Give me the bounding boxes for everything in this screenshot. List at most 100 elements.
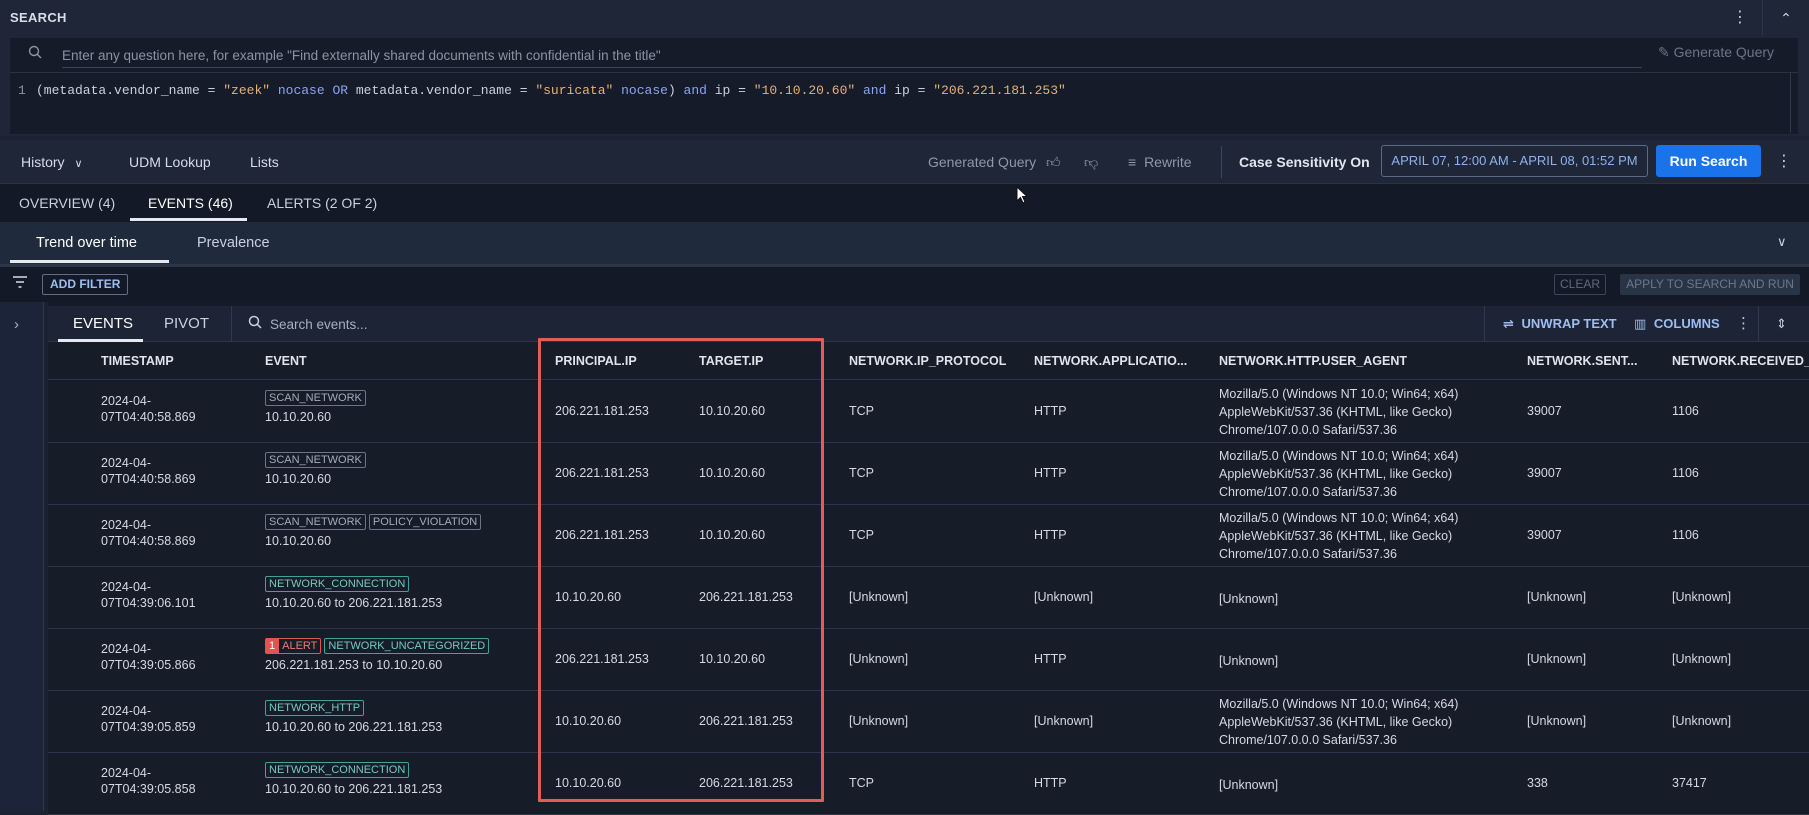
search-toolbar: History ∨ UDM Lookup Lists Generated Que… [0, 140, 1809, 184]
thumb-down-icon[interactable]: 👎︎ [1084, 140, 1098, 184]
columns-label: COLUMNS [1653, 316, 1720, 331]
columns-icon: ▥ [1634, 316, 1647, 331]
table-row[interactable]: 2024-04- 07T04:39:05.866 1 ALERT NETWORK_UNC… [48, 629, 1809, 691]
chevron-right-icon[interactable]: › [14, 316, 19, 333]
chevron-down-icon[interactable]: ∨ [1777, 234, 1787, 250]
tab-overview[interactable]: OVERVIEW (4) [19, 184, 115, 222]
ip-protocol-cell: TCP [849, 776, 874, 790]
application-cell: HTTP [1034, 528, 1067, 542]
principal-ip-cell: 206.221.181.253 [555, 404, 649, 418]
timestamp-date: 2024-04- [101, 704, 152, 718]
query-token: (metadata.vendor_name = [36, 83, 224, 98]
event-tags: NETWORK_CONNECTION [265, 576, 412, 592]
user-agent-cell: Mozilla/5.0 (Windows NT 10.0; Win64; x64… [1219, 511, 1459, 561]
clear-filters-button[interactable]: CLEAR [1554, 274, 1606, 295]
events-search-input[interactable] [270, 313, 870, 335]
column-header-ip-protocol[interactable]: NETWORK.IP_PROTOCOL [849, 342, 1006, 380]
timestamp-cell: 2024-04- 07T04:40:58.869 [101, 393, 221, 425]
tab-trend-over-time[interactable]: Trend over time [36, 222, 137, 264]
rewrite-button[interactable]: ≡ Rewrite [1128, 140, 1192, 184]
case-sensitivity-toggle[interactable]: Case Sensitivity On [1239, 140, 1370, 184]
query-text-editor[interactable]: 1 (metadata.vendor_name = "zeek" nocase … [10, 72, 1798, 133]
event-cell: SCAN_NETWORK 10.10.20.60 [265, 452, 369, 488]
more-vert-icon[interactable]: ⋮ [1776, 140, 1792, 184]
event-tags: SCAN_NETWORK POLICY_VIOLATION [265, 514, 484, 530]
timestamp-time: 07T04:39:06.101 [101, 596, 196, 610]
left-rail: › [0, 302, 44, 811]
query-token: ip = [886, 83, 934, 98]
sent-bytes-cell: [Unknown] [1527, 590, 1587, 604]
table-row[interactable]: 2024-04- 07T04:39:05.859 NETWORK_HTTP 10.10… [48, 691, 1809, 753]
column-header-principal-ip[interactable]: PRINCIPAL.IP [555, 342, 637, 380]
expand-vertical-icon[interactable]: ⇕ [1776, 306, 1787, 342]
column-header-event[interactable]: EVENT [265, 342, 307, 380]
more-vert-icon[interactable]: ⋮ [1730, 6, 1750, 30]
timestamp-date: 2024-04- [101, 394, 152, 408]
query-token: OR [332, 83, 349, 98]
user-agent-cell: Mozilla/5.0 (Windows NT 10.0; Win64; x64… [1219, 697, 1459, 747]
generate-query-label: Generate Query [1673, 44, 1775, 60]
tab-events[interactable]: EVENTS (46) [148, 184, 233, 222]
tab-alerts[interactable]: ALERTS (2 OF 2) [267, 184, 377, 222]
application-cell: HTTP [1034, 404, 1067, 418]
received-bytes-cell: [Unknown] [1672, 652, 1732, 666]
column-header-received[interactable]: NETWORK.RECEIVED_E [1672, 342, 1809, 380]
run-search-button[interactable]: Run Search [1656, 145, 1761, 177]
event-type-tag: SCAN_NETWORK [265, 452, 366, 468]
tab-prevalence[interactable]: Prevalence [197, 222, 270, 264]
column-header-timestamp[interactable]: TIMESTAMP [101, 342, 174, 380]
timestamp-cell: 2024-04- 07T04:40:58.869 [101, 517, 221, 549]
events-toolbar: EVENTS PIVOT ⇌ UNWRAP TEXT ▥ COLUMNS ⋮ ⇕ [48, 306, 1809, 342]
lists-button[interactable]: Lists [250, 140, 279, 184]
event-description: 10.10.20.60 [265, 410, 332, 424]
apply-to-search-button[interactable]: APPLY TO SEARCH AND RUN [1620, 274, 1800, 295]
natural-language-question-input[interactable] [62, 44, 1642, 68]
view-tabs: Trend over time Prevalence ∨ [0, 222, 1809, 264]
chevron-up-icon[interactable]: ⌃ [1762, 0, 1809, 36]
editor-scrollbar[interactable] [1790, 73, 1798, 133]
tab-pivot[interactable]: PIVOT [164, 306, 209, 342]
column-header-application[interactable]: NETWORK.APPLICATIO... [1034, 342, 1199, 380]
principal-ip-cell: 10.10.20.60 [555, 776, 622, 790]
more-vert-icon[interactable]: ⋮ [1736, 306, 1751, 342]
user-agent-cell: [Unknown] [1219, 654, 1279, 668]
timestamp-cell: 2024-04- 07T04:39:06.101 [101, 579, 221, 611]
add-filter-button[interactable]: ADD FILTER [42, 274, 129, 295]
received-bytes-cell: 1106 [1672, 528, 1699, 542]
column-header-sent[interactable]: NETWORK.SENT... [1527, 342, 1662, 380]
udm-lookup-button[interactable]: UDM Lookup [129, 140, 211, 184]
date-range-picker[interactable]: APRIL 07, 12:00 AM - APRIL 08, 01:52 PM [1381, 145, 1648, 177]
query-token: "10.10.20.60" [753, 83, 856, 98]
tab-events-list[interactable]: EVENTS [73, 306, 133, 342]
unwrap-text-label: UNWRAP TEXT [1521, 316, 1617, 331]
events-panel: EVENTS PIVOT ⇌ UNWRAP TEXT ▥ COLUMNS ⋮ ⇕… [48, 302, 1809, 815]
sent-bytes-cell: [Unknown] [1527, 714, 1587, 728]
event-type-tag: NETWORK_CONNECTION [265, 762, 410, 778]
history-dropdown[interactable]: History ∨ [21, 140, 83, 184]
unwrap-text-button[interactable]: ⇌ UNWRAP TEXT [1503, 306, 1617, 342]
query-text[interactable]: (metadata.vendor_name = "zeek" nocase OR… [36, 83, 1066, 98]
rewrite-label: Rewrite [1144, 154, 1192, 170]
query-token: "suricata" [535, 83, 614, 98]
event-type-tag: NETWORK_CONNECTION [265, 576, 410, 592]
columns-button[interactable]: ▥ COLUMNS [1634, 306, 1720, 342]
table-row[interactable]: 2024-04- 07T04:40:58.869 SCAN_NETWORK POLIC… [48, 505, 1809, 567]
magic-wand-icon: ✎ [1658, 44, 1670, 60]
event-description: 206.221.181.253 to 10.10.20.60 [265, 658, 443, 672]
event-cell: NETWORK_CONNECTION 10.10.20.60 to 206.221… [265, 762, 442, 798]
column-header-user-agent[interactable]: NETWORK.HTTP.USER_AGENT [1219, 342, 1407, 380]
application-cell: [Unknown] [1034, 590, 1094, 604]
sent-bytes-cell: 338 [1527, 776, 1548, 790]
filter-icon[interactable] [12, 275, 28, 293]
sent-bytes-cell: 39007 [1527, 404, 1562, 418]
mouse-cursor-icon [1016, 185, 1029, 209]
generate-query-button[interactable]: ✎ Generate Query [1658, 44, 1774, 61]
table-row[interactable]: 2024-04- 07T04:39:06.101 NETWORK_CONNECTIO… [48, 567, 1809, 629]
table-row[interactable]: 2024-04- 07T04:40:58.869 SCAN_NETWORK 10.10… [48, 381, 1809, 443]
thumb-up-icon[interactable]: 👍︎ [1046, 140, 1061, 184]
search-icon [248, 315, 262, 332]
table-row[interactable]: 2024-04- 07T04:39:05.858 NETWORK_CONNECTIO… [48, 753, 1809, 815]
table-row[interactable]: 2024-04- 07T04:40:58.869 SCAN_NETWORK 10.10… [48, 443, 1809, 505]
timestamp-cell: 2024-04- 07T04:39:05.858 [101, 765, 221, 797]
column-header-target-ip[interactable]: TARGET.IP [699, 342, 763, 380]
